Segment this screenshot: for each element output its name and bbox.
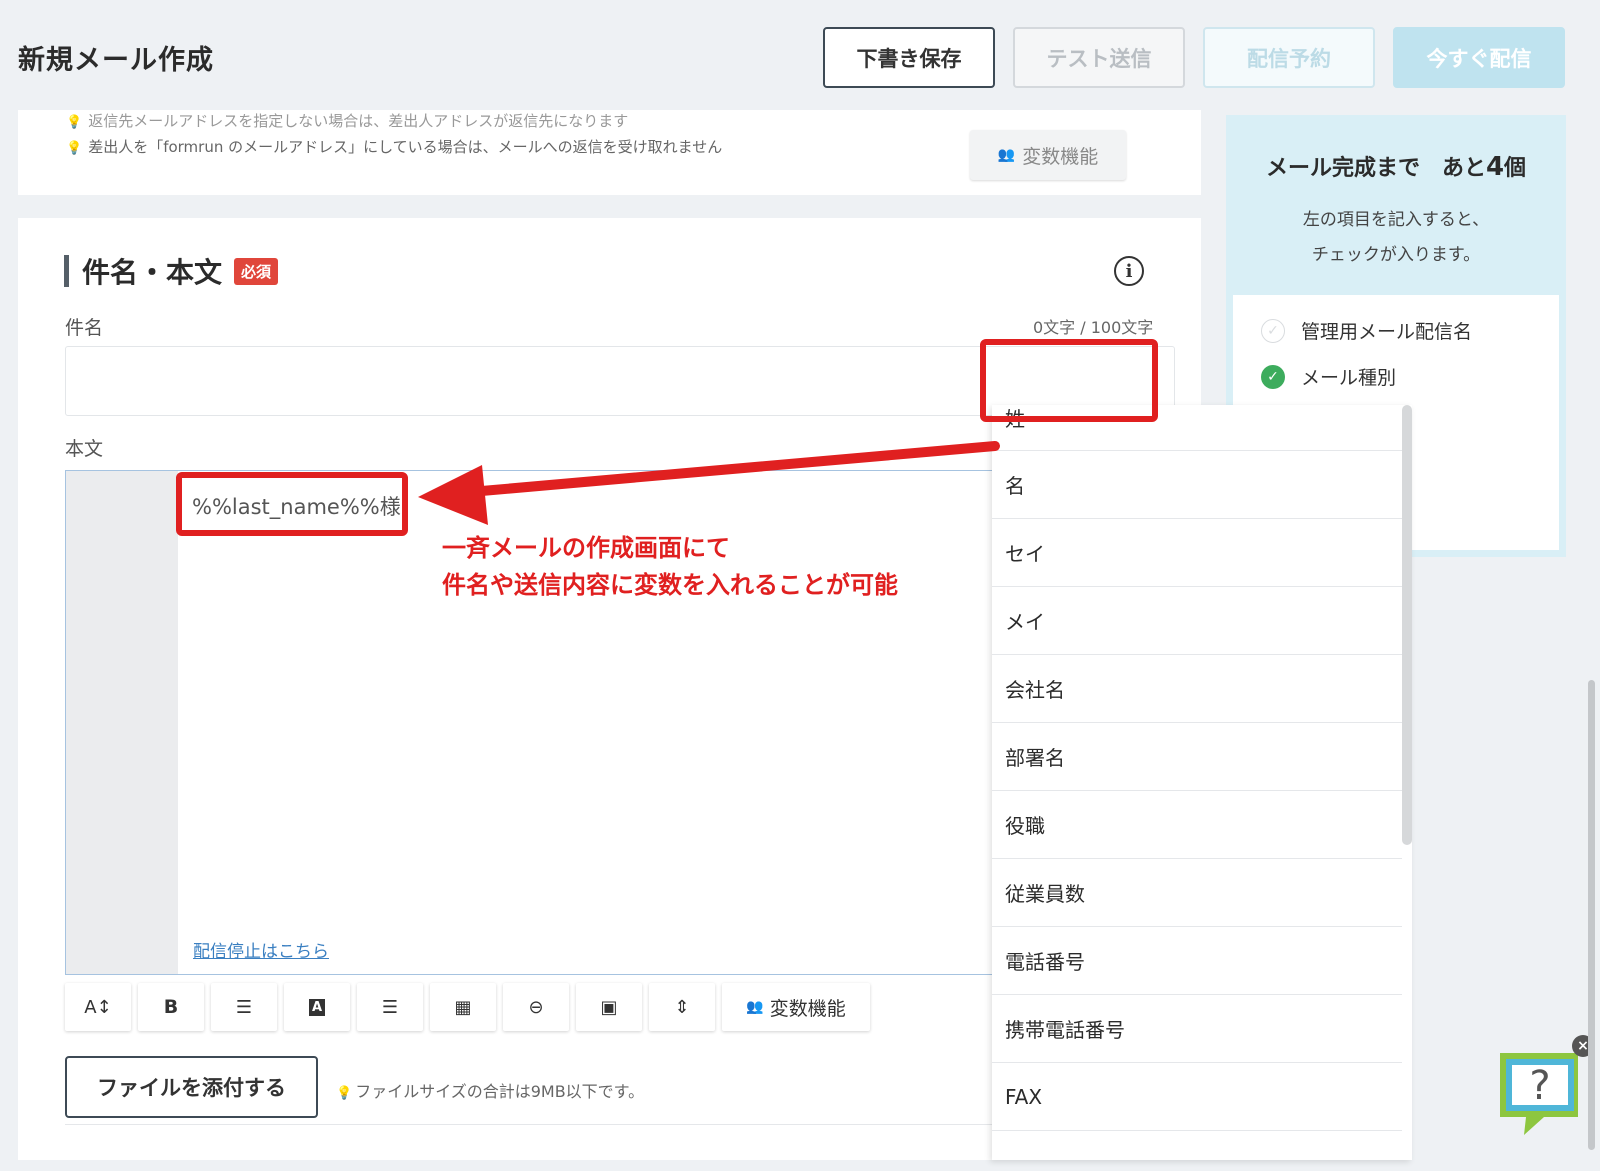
page-scrollbar[interactable] (1588, 680, 1595, 1150)
help-question-mark: ? (1529, 1063, 1550, 1109)
help-chat-icon[interactable]: ? (1494, 1047, 1584, 1141)
annotation-text: 一斉メールの作成画面にて 件名や送信内容に変数を入れることが可能 (442, 534, 898, 599)
